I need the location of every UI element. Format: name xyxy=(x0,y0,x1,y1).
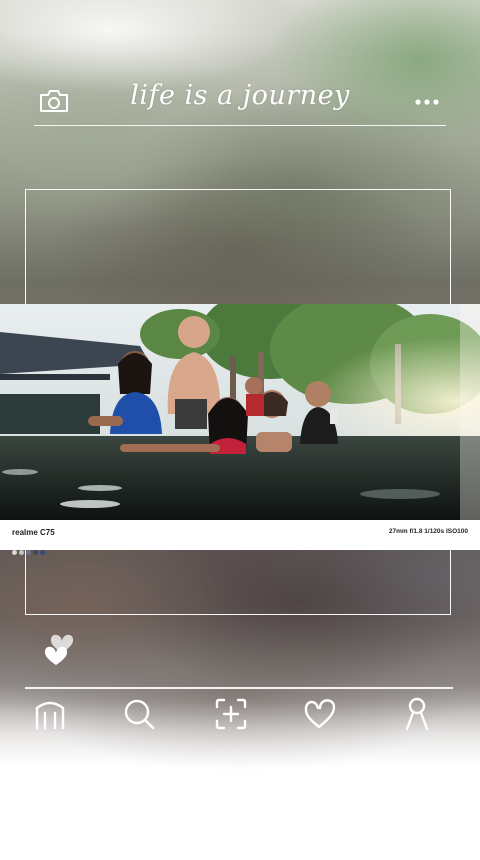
home-icon[interactable] xyxy=(32,696,68,732)
palette-swatch xyxy=(33,550,38,555)
post-photo[interactable] xyxy=(0,304,480,520)
photo-card[interactable]: realme C75 27mm f/1.8 1/120s ISO100 xyxy=(0,304,480,555)
color-palette xyxy=(12,540,47,555)
page-title: life is a journey xyxy=(130,80,350,111)
nav-divider xyxy=(25,687,453,689)
photo-meta: realme C75 27mm f/1.8 1/120s ISO100 xyxy=(0,520,480,555)
header-divider xyxy=(34,124,446,126)
palette-swatch xyxy=(12,550,17,555)
device-label: realme C75 xyxy=(12,528,55,537)
profile-icon[interactable] xyxy=(399,696,435,732)
camera-settings: 27mm f/1.8 1/120s ISO100 xyxy=(388,528,468,535)
search-icon[interactable] xyxy=(121,696,157,732)
palette-swatch xyxy=(26,550,31,555)
palette-swatch xyxy=(40,550,45,555)
double-heart-icon[interactable] xyxy=(40,626,76,666)
bottom-nav xyxy=(0,696,480,736)
top-bar: life is a journey xyxy=(34,74,446,126)
palette-swatch xyxy=(19,550,24,555)
more-dots-icon[interactable] xyxy=(414,98,440,106)
add-post-icon[interactable] xyxy=(213,696,249,732)
heart-icon[interactable] xyxy=(302,696,338,732)
